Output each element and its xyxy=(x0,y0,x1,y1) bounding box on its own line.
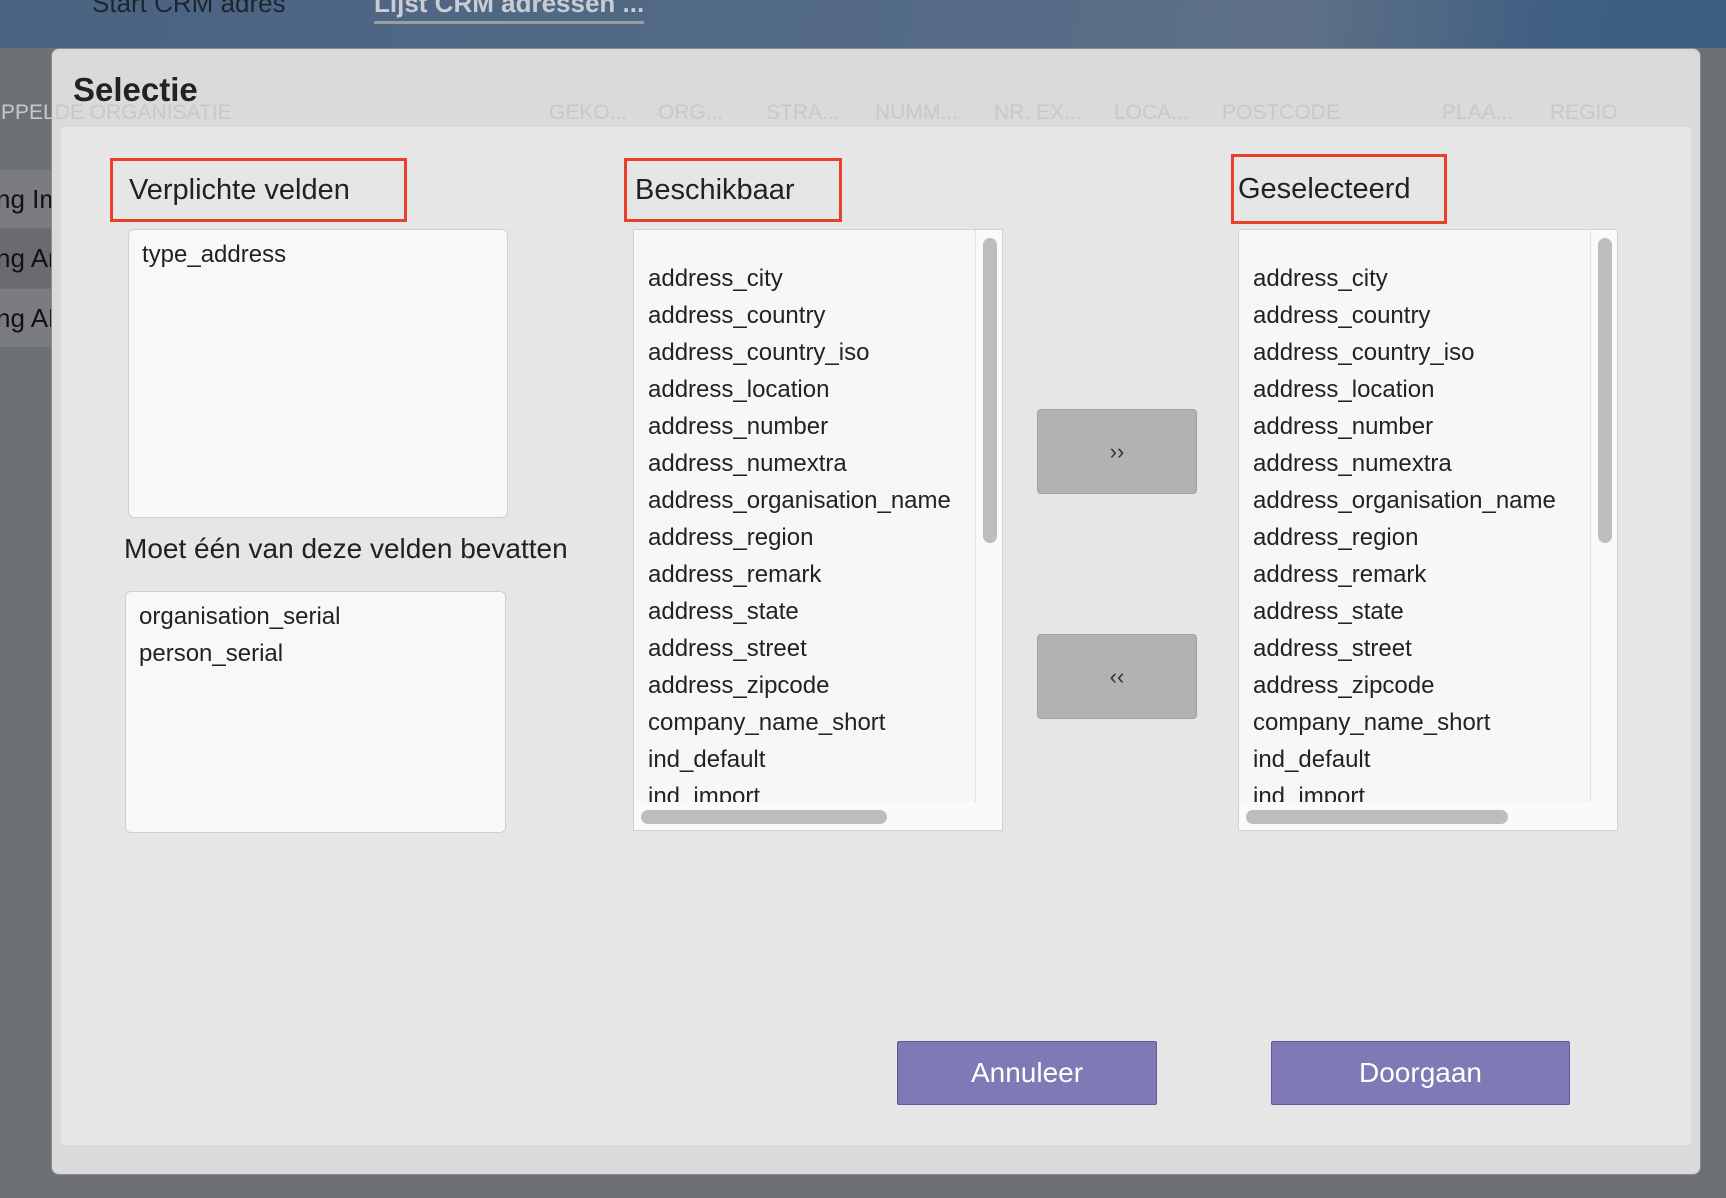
selected-label: Geselecteerd xyxy=(1231,154,1447,224)
add-selected-button[interactable]: ›› xyxy=(1037,409,1197,494)
scroll-thumb[interactable] xyxy=(1598,238,1612,543)
list-item: person_serial xyxy=(139,640,284,667)
list-item[interactable]: address_location xyxy=(648,371,974,408)
bg-column-header: STRA... xyxy=(766,101,840,124)
available-list[interactable]: address_city address_country address_count… xyxy=(633,229,1003,831)
one-of-fields-label: Moet één van deze velden bevatten xyxy=(124,533,568,564)
horizontal-scrollbar[interactable] xyxy=(634,802,1002,830)
list-item: type_address xyxy=(142,241,287,268)
bg-column-header: PLAA... xyxy=(1442,101,1514,124)
app-header: Start CRM adres Lijst CRM adressen ... xyxy=(0,0,1726,48)
one-of-fields-list: organisation_serial person_serial xyxy=(125,591,506,833)
list-item[interactable]: address_numextra xyxy=(648,445,974,482)
list-item[interactable]: address_organisation_name xyxy=(1253,482,1589,519)
list-item[interactable]: address_street xyxy=(1253,630,1589,667)
bg-column-header: NUMM... xyxy=(875,101,958,124)
list-item[interactable]: address_remark xyxy=(1253,556,1589,593)
breadcrumb-current: Lijst CRM adressen ... xyxy=(374,0,645,24)
selection-dialog: PPELDE ORGANISATIE GEKO... ORG... STRA..… xyxy=(1,48,1701,1175)
list-item[interactable]: address_numextra xyxy=(1253,445,1589,482)
continue-button[interactable]: Doorgaan xyxy=(1271,1041,1570,1105)
list-item[interactable]: address_organisation_name xyxy=(648,482,974,519)
dialog-title: Selectie xyxy=(73,71,198,108)
list-item[interactable]: address_zipcode xyxy=(648,667,974,704)
list-item[interactable]: address_number xyxy=(648,408,974,445)
required-fields-label: Verplichte velden xyxy=(110,158,407,222)
vertical-scrollbar[interactable] xyxy=(975,230,1002,804)
list-item[interactable]: ind_default xyxy=(648,741,974,778)
vertical-scrollbar[interactable] xyxy=(1590,230,1617,804)
cancel-button[interactable]: Annuleer xyxy=(897,1041,1157,1105)
available-label: Beschikbaar xyxy=(624,158,842,222)
available-items: address_city address_country address_count… xyxy=(648,260,974,815)
scroll-thumb[interactable] xyxy=(1246,810,1508,824)
bg-column-header: GEKO... xyxy=(549,101,628,124)
list-item[interactable]: address_location xyxy=(1253,371,1589,408)
list-item[interactable]: address_number xyxy=(1253,408,1589,445)
list-item[interactable]: address_city xyxy=(1253,260,1589,297)
list-item[interactable]: address_region xyxy=(648,519,974,556)
list-item[interactable]: address_country xyxy=(648,297,974,334)
list-item[interactable]: address_remark xyxy=(648,556,974,593)
required-fields-list: type_address xyxy=(128,229,508,518)
bg-column-header: NR. EX... xyxy=(994,101,1082,124)
remove-selected-button[interactable]: ‹‹ xyxy=(1037,634,1197,719)
list-item[interactable]: address_country xyxy=(1253,297,1589,334)
bg-column-header: REGIO xyxy=(1550,101,1618,124)
bg-column-header: POSTCODE xyxy=(1222,101,1340,124)
list-item[interactable]: address_street xyxy=(648,630,974,667)
list-item[interactable]: address_zipcode xyxy=(1253,667,1589,704)
bg-column-header: ORG... xyxy=(658,101,724,124)
list-item[interactable]: address_country_iso xyxy=(1253,334,1589,371)
scroll-thumb[interactable] xyxy=(641,810,887,824)
bg-column-header: LOCA... xyxy=(1114,101,1189,124)
list-item[interactable]: address_state xyxy=(648,593,974,630)
list-item[interactable]: company_name_short xyxy=(1253,704,1589,741)
list-item: organisation_serial xyxy=(139,603,341,630)
breadcrumb-item[interactable]: Start CRM adres xyxy=(92,0,286,19)
list-item[interactable]: address_state xyxy=(1253,593,1589,630)
list-item[interactable]: ind_default xyxy=(1253,741,1589,778)
scroll-thumb[interactable] xyxy=(983,238,997,543)
horizontal-scrollbar[interactable] xyxy=(1239,802,1617,830)
selected-list[interactable]: address_city address_country address_count… xyxy=(1238,229,1618,831)
list-item[interactable]: address_country_iso xyxy=(648,334,974,371)
list-item[interactable]: address_city xyxy=(648,260,974,297)
selected-items: address_city address_country address_count… xyxy=(1253,260,1589,815)
dialog-body: Verplichte velden type_address Moet één … xyxy=(61,127,1691,1145)
list-item[interactable]: company_name_short xyxy=(648,704,974,741)
list-item[interactable]: address_region xyxy=(1253,519,1589,556)
